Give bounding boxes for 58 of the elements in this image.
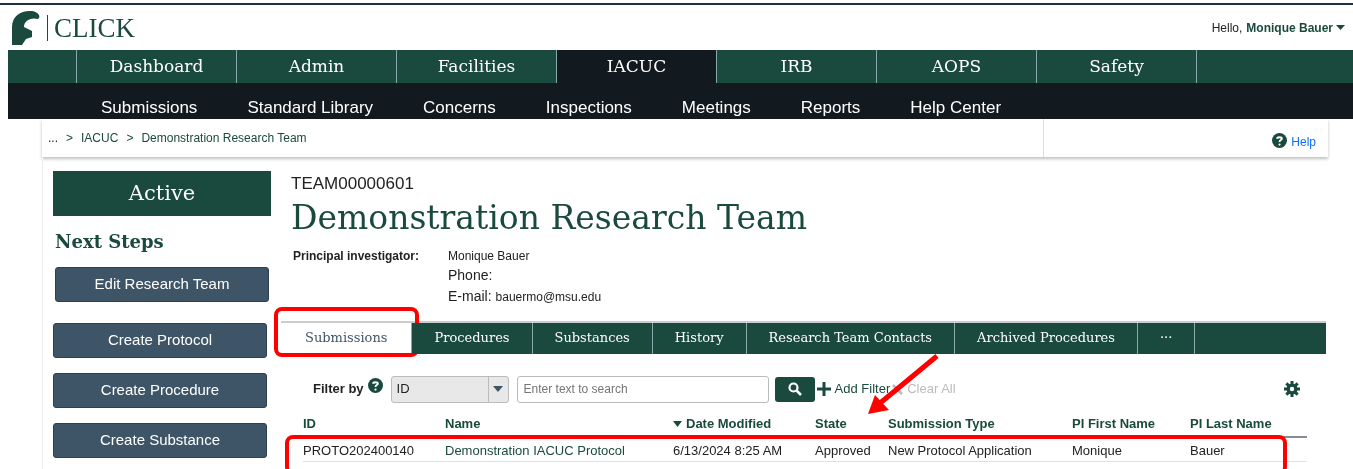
action-button[interactable]: Edit Research Team xyxy=(55,267,269,302)
pi-name: Monique Bauer xyxy=(448,247,531,265)
subnav-link[interactable]: Standard Library xyxy=(247,97,374,119)
user-menu[interactable]: Hello, Monique Bauer xyxy=(1211,18,1345,37)
subnav-link[interactable]: Concerns xyxy=(423,97,496,119)
field-label: Principal investigator: xyxy=(293,247,421,265)
search-button[interactable] xyxy=(774,376,815,402)
field-label: E-mail: xyxy=(448,286,492,306)
field-label: Phone: xyxy=(448,265,494,285)
subnav-link[interactable]: Help Center xyxy=(910,97,1002,119)
help-icon xyxy=(1272,133,1288,148)
nav-tab[interactable]: IACUC xyxy=(557,50,717,83)
column-header[interactable]: PI First Name xyxy=(1072,415,1190,432)
close-icon xyxy=(892,383,904,395)
table-cell-text: Approved xyxy=(815,441,872,460)
action-button[interactable]: Create Procedure xyxy=(53,373,267,408)
action-button[interactable]: Create Protocol xyxy=(53,323,267,358)
status-banner: Active xyxy=(53,171,271,216)
subnav-link[interactable]: Submissions xyxy=(101,97,198,119)
subnav-link[interactable]: Reports xyxy=(800,97,861,119)
breadcrumb-separator: > xyxy=(66,130,74,147)
record-link[interactable]: Demonstration IACUC Protocol xyxy=(445,437,673,461)
column-header[interactable]: ID xyxy=(303,415,445,432)
tab[interactable]: Procedures xyxy=(412,322,533,354)
page-title: Demonstration Research Team xyxy=(291,196,808,239)
column-header[interactable]: Date Modified xyxy=(673,415,815,432)
breadcrumb-separator: > xyxy=(126,130,134,147)
search-field[interactable]: Enter text to search xyxy=(516,375,769,403)
caret-icon xyxy=(493,386,504,392)
subnav-link[interactable]: Inspections xyxy=(545,97,632,119)
breadcrumb-link[interactable]: ... xyxy=(48,129,58,147)
column-header[interactable]: State xyxy=(815,415,888,432)
table-cell-text: PROTO202400140 xyxy=(303,441,416,460)
column-header[interactable]: Name xyxy=(445,415,673,432)
section-heading: Next Steps xyxy=(55,230,165,254)
tab[interactable]: Submissions xyxy=(281,322,413,354)
caret-icon xyxy=(1336,24,1345,31)
search-icon xyxy=(787,382,802,396)
add-filter-link[interactable]: Add Filter xyxy=(816,379,891,399)
email-value: bauermo@msu.edu xyxy=(495,288,602,306)
column-header[interactable]: Submission Type xyxy=(888,415,1072,432)
help-icon[interactable] xyxy=(367,377,383,393)
table-cell-text: 6/13/2024 8:25 AM xyxy=(673,441,784,460)
table-cell-text: New Protocol Application xyxy=(888,441,1033,460)
plus-icon xyxy=(816,382,831,396)
breadcrumb-link[interactable]: IACUC xyxy=(81,129,119,147)
column-header[interactable]: PI Last Name xyxy=(1190,415,1307,432)
action-button[interactable]: Create Substance xyxy=(53,423,267,458)
breadcrumb-current[interactable]: Demonstration Research Team xyxy=(141,129,307,147)
help-link[interactable]: Help xyxy=(1272,133,1316,157)
record-id: TEAM00000601 xyxy=(291,173,415,195)
table-cell-text: Monique xyxy=(1072,441,1123,460)
subnav-link[interactable]: Meetings xyxy=(681,97,751,119)
table-cell-text: Bauer xyxy=(1190,441,1226,460)
filter-dropdown[interactable]: ID xyxy=(390,375,509,403)
settings-icon[interactable] xyxy=(1284,381,1300,397)
filter-label: Filter by xyxy=(313,380,364,399)
brand-name: CLICK xyxy=(47,14,135,41)
